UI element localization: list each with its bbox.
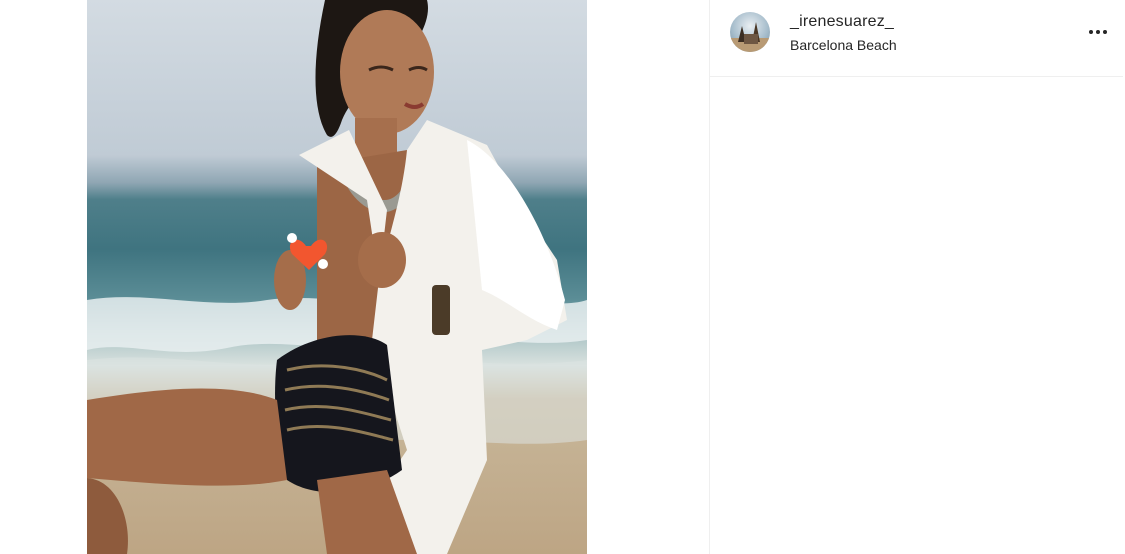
more-horizontal-icon [1088,30,1109,34]
avatar[interactable] [730,12,770,52]
post-photo[interactable] [87,0,587,554]
avatar-photo-icon [730,22,770,52]
more-options-button[interactable] [1080,20,1116,44]
beach-portrait-illustration [87,0,587,554]
media-pane [0,0,709,554]
post-side-panel: _irenesuarez_ Barcelona Beach [710,0,1125,554]
username-link[interactable]: _irenesuarez_ [790,13,894,31]
location-link[interactable]: Barcelona Beach [790,37,897,53]
post-header: _irenesuarez_ Barcelona Beach [710,0,1123,77]
post-modal: _irenesuarez_ Barcelona Beach [0,0,1125,554]
